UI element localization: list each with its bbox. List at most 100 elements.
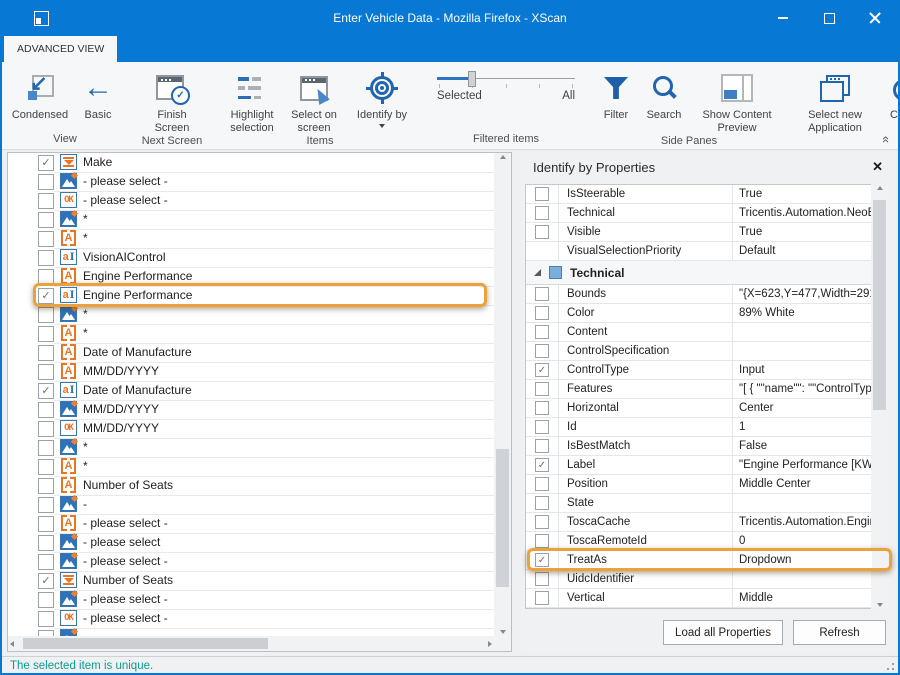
- property-group-row[interactable]: Technical: [526, 261, 872, 285]
- scroll-up-arrow-icon[interactable]: [871, 186, 888, 190]
- tree-row[interactable]: AMM/DD/YYYY: [8, 362, 494, 381]
- panel-close-icon[interactable]: ✕: [872, 159, 883, 175]
- tree-row[interactable]: - please select -: [8, 172, 494, 191]
- tree-row[interactable]: ✓Make: [8, 153, 494, 172]
- tree-row-checkbox[interactable]: [38, 592, 54, 608]
- property-checkbox[interactable]: [535, 306, 549, 320]
- property-checkbox[interactable]: [535, 187, 549, 201]
- property-row[interactable]: ✓TreatAsDropdown: [526, 551, 872, 570]
- properties-vscroll-thumb[interactable]: [873, 200, 886, 410]
- property-checkbox[interactable]: [535, 325, 549, 339]
- scroll-down-arrow-icon[interactable]: [494, 630, 511, 634]
- tree-row-checkbox[interactable]: ✓: [38, 383, 54, 399]
- group-expand-triangle-icon[interactable]: [534, 269, 541, 276]
- tree-row-checkbox[interactable]: [38, 554, 54, 570]
- collapse-ribbon-chevron-icon[interactable]: «: [879, 136, 894, 143]
- tree-row-checkbox[interactable]: [38, 212, 54, 228]
- property-row[interactable]: VisibleTrue: [526, 223, 872, 242]
- identify-by-button[interactable]: Identify by: [345, 64, 419, 128]
- condensed-button[interactable]: ↙ Condensed: [7, 64, 73, 122]
- property-row[interactable]: TechnicalTricentis.Automation.NeoEn...: [526, 204, 872, 223]
- property-checkbox[interactable]: [535, 477, 549, 491]
- tree-row-checkbox[interactable]: [38, 174, 54, 190]
- tree-row[interactable]: *: [8, 438, 494, 457]
- tree-row[interactable]: -: [8, 495, 494, 514]
- tree-row[interactable]: *: [8, 305, 494, 324]
- tree-row[interactable]: aIVisionAIControl: [8, 248, 494, 267]
- tree-row[interactable]: OK- please select -: [8, 609, 494, 628]
- slider-track[interactable]: [437, 78, 575, 79]
- property-row[interactable]: IsBestMatchFalse: [526, 437, 872, 456]
- tree-row-checkbox[interactable]: [38, 478, 54, 494]
- property-checkbox[interactable]: [535, 382, 549, 396]
- property-row[interactable]: ✓Label"Engine Performance [KW]": [526, 456, 872, 475]
- property-checkbox[interactable]: [535, 344, 549, 358]
- tree-row-checkbox[interactable]: [38, 345, 54, 361]
- tree-row[interactable]: - please select -: [8, 590, 494, 609]
- scroll-up-arrow-icon[interactable]: [494, 155, 511, 159]
- tree-row-checkbox[interactable]: [38, 421, 54, 437]
- tree-row[interactable]: A*: [8, 457, 494, 476]
- scroll-right-arrow-icon[interactable]: [488, 636, 492, 651]
- tree-row[interactable]: ANumber of Seats: [8, 476, 494, 495]
- maximize-button[interactable]: [806, 2, 852, 34]
- tree-horizontal-scrollbar[interactable]: [8, 636, 494, 651]
- property-row[interactable]: Bounds"{X=623,Y=477,Width=291...: [526, 285, 872, 304]
- tree-row[interactable]: ✓aIEngine Performance: [8, 286, 494, 305]
- finish-screen-button[interactable]: ✓ Finish Screen: [140, 64, 204, 135]
- property-row[interactable]: UidcIdentifier: [526, 570, 872, 589]
- basic-button[interactable]: ← Basic: [73, 64, 123, 122]
- property-row[interactable]: PositionMiddle Center: [526, 475, 872, 494]
- tree-row[interactable]: A- please select -: [8, 514, 494, 533]
- property-row[interactable]: VisualSelectionPriorityDefault: [526, 242, 872, 261]
- property-row[interactable]: Color89% White: [526, 304, 872, 323]
- tree-row-checkbox[interactable]: [38, 269, 54, 285]
- select-on-screen-button[interactable]: Select on screen: [283, 64, 345, 135]
- property-checkbox[interactable]: ✓: [535, 553, 549, 567]
- tree-row[interactable]: AEngine Performance: [8, 267, 494, 286]
- tree-row[interactable]: ADate of Manufacture: [8, 343, 494, 362]
- resize-grip[interactable]: [892, 668, 894, 670]
- tree-row-checkbox[interactable]: [38, 440, 54, 456]
- slider-thumb[interactable]: [468, 71, 476, 87]
- property-checkbox[interactable]: ✓: [535, 458, 549, 472]
- tab-advanced-view[interactable]: ADVANCED VIEW: [4, 36, 117, 62]
- load-all-properties-button[interactable]: Load all Properties: [663, 620, 783, 645]
- tree-row[interactable]: A*: [8, 229, 494, 248]
- tree-row-checkbox[interactable]: ✓: [38, 155, 54, 171]
- scroll-left-arrow-icon[interactable]: [10, 636, 14, 651]
- property-row[interactable]: HorizontalCenter: [526, 399, 872, 418]
- tree-row-checkbox[interactable]: [38, 193, 54, 209]
- minimize-button[interactable]: [760, 2, 806, 34]
- property-checkbox[interactable]: [535, 225, 549, 239]
- close-xscan-button[interactable]: Close: [879, 64, 900, 122]
- tree-row-checkbox[interactable]: [38, 402, 54, 418]
- tree-row-checkbox[interactable]: [38, 516, 54, 532]
- tree-row[interactable]: OK- please select -: [8, 191, 494, 210]
- property-checkbox[interactable]: [535, 591, 549, 605]
- tree-row-checkbox[interactable]: [38, 459, 54, 475]
- tree-row[interactable]: ✓aIDate of Manufacture: [8, 381, 494, 400]
- scroll-down-arrow-icon[interactable]: [871, 603, 888, 607]
- tree-row[interactable]: OKMM/DD/YYYY: [8, 419, 494, 438]
- tree-row[interactable]: *: [8, 210, 494, 229]
- property-checkbox[interactable]: [535, 401, 549, 415]
- tree-row[interactable]: - please select -: [8, 552, 494, 571]
- property-row[interactable]: Features"[ { ""name"": ""ControlType...: [526, 380, 872, 399]
- tree-row-checkbox[interactable]: [38, 497, 54, 513]
- property-checkbox[interactable]: [535, 496, 549, 510]
- property-row[interactable]: Content: [526, 323, 872, 342]
- tree-row[interactable]: MM/DD/YYYY: [8, 400, 494, 419]
- property-checkbox[interactable]: [535, 206, 549, 220]
- tree-row-checkbox[interactable]: [38, 250, 54, 266]
- tree-row-checkbox[interactable]: [38, 364, 54, 380]
- property-checkbox[interactable]: [535, 534, 549, 548]
- tree-row[interactable]: A*: [8, 324, 494, 343]
- property-row[interactable]: VerticalMiddle: [526, 589, 872, 608]
- property-checkbox[interactable]: [535, 287, 549, 301]
- property-row[interactable]: IsSteerableTrue: [526, 185, 872, 204]
- select-new-application-button[interactable]: Select new Application: [791, 64, 879, 135]
- tree-vscroll-thumb[interactable]: [496, 449, 509, 587]
- tree-row[interactable]: - please select: [8, 533, 494, 552]
- property-row[interactable]: ToscaCacheTricentis.Automation.Engine...: [526, 513, 872, 532]
